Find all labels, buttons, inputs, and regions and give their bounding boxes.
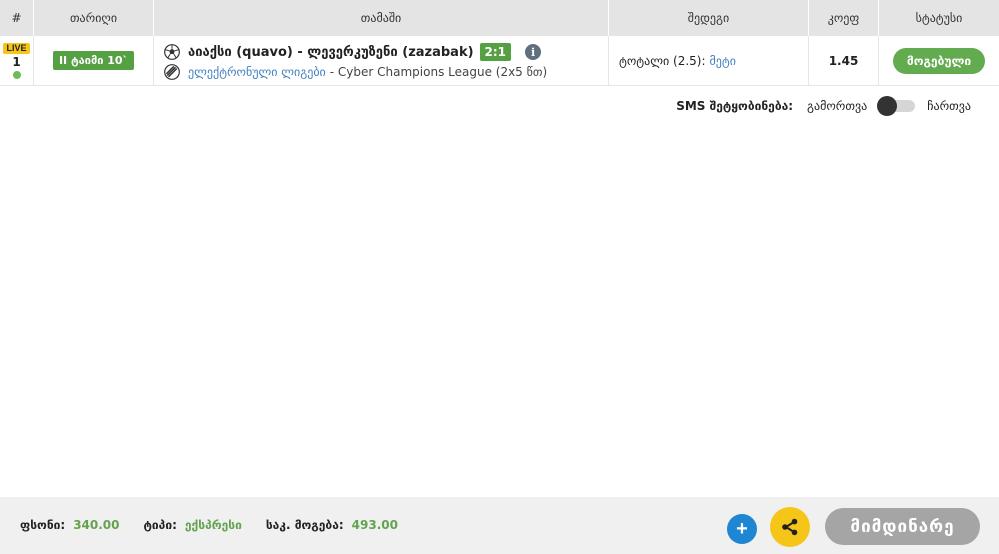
- share-icon: [782, 518, 798, 536]
- share-button[interactable]: [770, 507, 810, 547]
- bet-summary: ფსონი: 340.00 ტიპი: ექსპრესი საკ. მოგება…: [20, 518, 422, 532]
- match-title: აიაქსი (quavo) - ლევერკუზენი (zazabak): [188, 44, 474, 60]
- header-game: თამაში: [154, 0, 609, 36]
- game-cell: აიაქსი (quavo) - ლევერკუზენი (zazabak) 2…: [154, 36, 609, 85]
- info-icon[interactable]: i: [525, 44, 542, 60]
- live-badge: LIVE: [3, 43, 30, 54]
- sms-off-label: გამორთვა: [807, 99, 868, 113]
- win-value: 493.00: [351, 518, 398, 532]
- league-name: - Cyber Champions League (2x5 წთ): [329, 65, 548, 79]
- sms-notifications: SMS შეტყობინება: გამორთვა ჩართვა: [676, 96, 971, 116]
- status-cell: მოგებული: [879, 36, 999, 85]
- esports-league-icon: [164, 64, 180, 80]
- current-status-button[interactable]: მიმდინარე: [825, 508, 980, 545]
- result-selection: მეტი: [709, 53, 736, 68]
- type-value: ექსპრესი: [184, 518, 242, 532]
- odds-cell: 1.45: [809, 36, 879, 85]
- result-market: ტოტალი (2.5):: [619, 53, 706, 68]
- live-cell: LIVE 1: [0, 36, 34, 85]
- date-cell: II ტაიმი 10`: [34, 36, 154, 85]
- league-link[interactable]: ელექტრონული ლიგები: [188, 65, 326, 79]
- live-indicator-dot: [12, 71, 21, 79]
- header-result: შედეგი: [609, 0, 809, 36]
- table-row: LIVE 1 II ტაიმი 10` აიაქსი (quavo) - ლევ…: [0, 36, 999, 86]
- win-label: საკ. მოგება:: [265, 518, 344, 532]
- type-label: ტიპი:: [143, 518, 177, 532]
- row-number: 1: [12, 55, 21, 69]
- plus-icon[interactable]: +: [727, 514, 757, 544]
- league-line: ელექტრონული ლიგები - Cyber Champions Lea…: [164, 63, 608, 81]
- stake-label: ფსონი:: [20, 518, 66, 532]
- match-time-badge: II ტაიმი 10`: [52, 51, 135, 70]
- toggle-knob[interactable]: [877, 96, 898, 116]
- bet-footer: ფსონი: 340.00 ტიპი: ექსპრესი საკ. მოგება…: [0, 497, 999, 554]
- header-odds: კოეფ: [809, 0, 879, 36]
- status-won-badge: მოგებული: [892, 47, 986, 74]
- soccer-ball-icon: [164, 44, 180, 60]
- header-date: თარიღი: [34, 0, 154, 36]
- table-header: # თარიღი თამაში შედეგი კოეფ სტატუსი: [0, 0, 999, 36]
- header-status: სტატუსი: [915, 11, 963, 25]
- sms-on-label: ჩართვა: [927, 99, 971, 113]
- result-cell: ტოტალი (2.5): მეტი: [609, 36, 809, 85]
- match-line: აიაქსი (quavo) - ლევერკუზენი (zazabak) 2…: [164, 42, 608, 62]
- header-number: #: [0, 0, 34, 36]
- sms-label: SMS შეტყობინება:: [676, 99, 794, 113]
- stake-value: 340.00: [73, 518, 120, 532]
- sms-toggle[interactable]: [877, 96, 917, 116]
- score-badge: 2:1: [479, 43, 512, 61]
